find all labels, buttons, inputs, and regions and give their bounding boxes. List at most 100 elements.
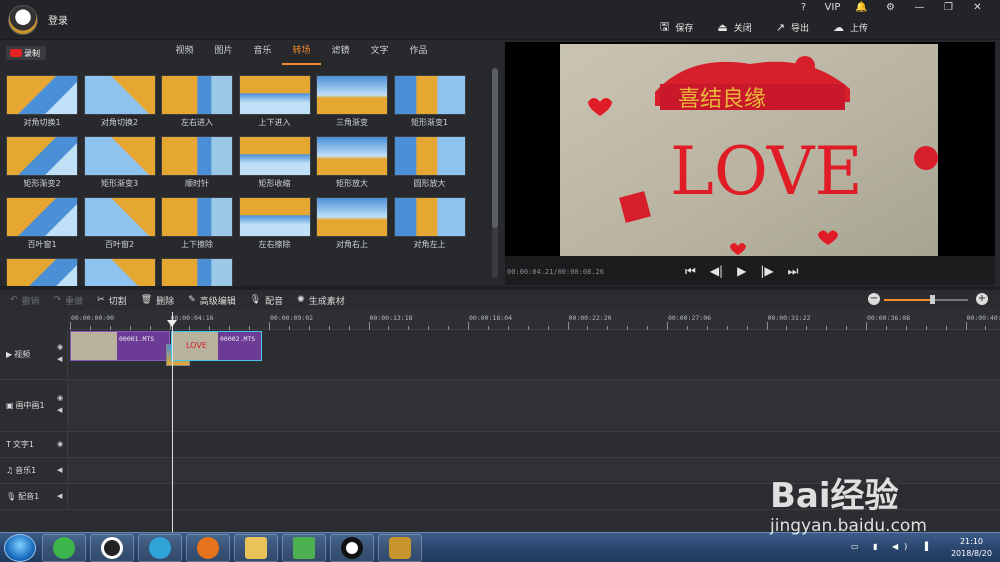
toolbar-label: 重做: [65, 296, 84, 307]
track-name[interactable]: T 文字1: [6, 439, 34, 450]
transition-tile[interactable]: 对角左上: [393, 197, 466, 250]
transition-tile[interactable]: 矩形渐变1: [393, 75, 466, 128]
export-button[interactable]: ↗ 导出: [776, 18, 809, 37]
tab-2[interactable]: 音乐: [243, 44, 282, 65]
redo-button[interactable]: ↷ 重做: [54, 294, 84, 307]
taskbar-app-360-icon[interactable]: [42, 534, 86, 562]
track-lane[interactable]: [68, 380, 1000, 431]
minimize-icon[interactable]: —: [905, 2, 934, 14]
transition-tile[interactable]: 左右擦除: [238, 197, 311, 250]
zoom-knob[interactable]: [930, 295, 936, 304]
transition-tile[interactable]: 对角右上: [316, 197, 388, 250]
taskbar-app-qq-icon[interactable]: [90, 534, 134, 562]
skip-end-icon[interactable]: ⏭: [788, 264, 799, 279]
login-link[interactable]: 登录: [48, 12, 68, 27]
taskbar-app-firefox-icon[interactable]: [186, 534, 230, 562]
transition-thumbnail: [238, 136, 311, 176]
playhead-marker[interactable]: [167, 320, 177, 327]
generate-icon: ✺: [297, 295, 305, 305]
delete-button[interactable]: 🗑 删除: [141, 294, 174, 307]
save-button[interactable]: 🖫 保存: [660, 18, 693, 37]
taskbar-app-editor-icon[interactable]: [378, 534, 422, 562]
transition-tile[interactable]: 顺时针: [161, 136, 233, 189]
microphone-button[interactable]: 🎙 配音: [250, 294, 283, 307]
transition-tile[interactable]: 矩形放大: [316, 136, 388, 189]
love-scene-image: 喜结良缘 LOVE: [588, 56, 938, 255]
cut-button[interactable]: ✂ 切割: [97, 294, 127, 307]
video-clip-selected[interactable]: LOVE 00002.MTS: [171, 331, 262, 361]
settings-icon[interactable]: ⚙: [876, 2, 905, 14]
preview-timecode: 00:00:04.21/00:00:08.26: [507, 268, 604, 276]
maximize-icon[interactable]: ❐: [934, 2, 963, 14]
upload-button[interactable]: ☁ 上传: [833, 18, 868, 37]
tab-6[interactable]: 作品: [399, 44, 438, 65]
library-scrollbar[interactable]: [492, 68, 498, 278]
eye-icon[interactable]: ◉: [57, 343, 63, 351]
play-icon[interactable]: ▶: [737, 264, 746, 279]
next-frame-icon[interactable]: |▶: [760, 264, 773, 279]
taskbar-app-player-icon[interactable]: [138, 534, 182, 562]
user-avatar[interactable]: [8, 5, 38, 35]
transition-tile[interactable]: 上下进入: [238, 75, 311, 128]
volume-icon[interactable]: ◀: [57, 492, 62, 500]
clip-name: 00002.MTS: [220, 335, 256, 343]
skip-start-icon[interactable]: ⏮: [685, 264, 696, 279]
track-name[interactable]: 🎙 配音1: [6, 491, 39, 502]
transition-tile[interactable]: 矩形收缩: [238, 136, 311, 189]
track-lane[interactable]: 00001.MTS LOVE 00002.MTS: [68, 330, 1000, 379]
close-window-icon[interactable]: ✕: [963, 2, 992, 14]
transition-thumbnail: [316, 75, 388, 115]
eye-icon[interactable]: ◉: [57, 440, 63, 448]
video-clip[interactable]: 00001.MTS: [70, 331, 170, 361]
undo-button[interactable]: ↶ 撤销: [10, 294, 40, 307]
eye-icon[interactable]: ◉: [57, 394, 63, 402]
tab-4[interactable]: 滤镜: [321, 44, 360, 65]
transition-thumbnail: [393, 75, 466, 115]
zoom-out-icon[interactable]: −: [868, 293, 880, 305]
volume-icon[interactable]: ◀: [57, 355, 62, 363]
track-name[interactable]: ▶ 视频: [6, 349, 30, 360]
taskbar-app-recorder-icon[interactable]: [330, 534, 374, 562]
scrollbar-thumb[interactable]: [492, 68, 498, 228]
track-name[interactable]: ▣ 画中画1: [6, 400, 45, 411]
record-button[interactable]: 录制: [6, 46, 46, 60]
tab-5[interactable]: 文字: [360, 44, 399, 65]
close-button[interactable]: ⏏ 关闭: [717, 18, 751, 37]
transition-tile[interactable]: 百叶窗2: [83, 197, 156, 250]
help-icon[interactable]: ?: [789, 2, 818, 14]
transition-tile[interactable]: 矩形渐变3: [83, 136, 156, 189]
volume-icon[interactable]: ◀: [57, 406, 62, 414]
video-preview[interactable]: 喜结良缘 LOVE: [505, 42, 995, 256]
save-icon: 🖫: [659, 20, 670, 33]
taskbar-app-media-icon[interactable]: [282, 534, 326, 562]
transition-tile[interactable]: 百叶窗1: [6, 197, 78, 250]
bell-icon[interactable]: 🔔: [847, 2, 876, 14]
track-label: 音乐1: [15, 466, 37, 475]
clip-thumbnail: [71, 332, 117, 360]
transition-tile[interactable]: 上下擦除: [161, 197, 233, 250]
taskbar-app-explorer-icon[interactable]: [234, 534, 278, 562]
zoom-in-icon[interactable]: +: [976, 293, 988, 305]
transition-tile[interactable]: 对角切换2: [83, 75, 156, 128]
vip-icon[interactable]: VIP: [818, 2, 847, 14]
clock-date: 2018/8/20: [950, 549, 992, 558]
transition-tile[interactable]: 左右进入: [161, 75, 233, 128]
track-name[interactable]: ♫ 音乐1: [6, 465, 36, 476]
volume-icon[interactable]: ◀: [57, 466, 62, 474]
start-button[interactable]: [4, 534, 36, 562]
tab-3[interactable]: 转场: [282, 44, 321, 65]
playhead-line[interactable]: [172, 312, 173, 532]
time-ruler[interactable]: 00:00:00:00 00:00:04:16 00:00:09:02 00:00:1…: [68, 310, 1000, 330]
zoom-slider[interactable]: − +: [868, 293, 988, 307]
transition-tile[interactable]: 对角切换1: [6, 75, 78, 128]
transition-tile[interactable]: 三角渐变: [316, 75, 388, 128]
edit-button[interactable]: ✎ 高级编辑: [188, 294, 236, 307]
tab-0[interactable]: 视频: [165, 44, 204, 65]
transition-tile[interactable]: 矩形渐变2: [6, 136, 78, 189]
transition-tile[interactable]: 圆形放大: [393, 136, 466, 189]
prev-frame-icon[interactable]: ◀|: [710, 264, 723, 279]
tab-1[interactable]: 图片: [204, 44, 243, 65]
transition-thumbnail: [316, 197, 388, 237]
clip-name: 00001.MTS: [119, 335, 155, 343]
generate-button[interactable]: ✺ 生成素材: [297, 294, 345, 307]
